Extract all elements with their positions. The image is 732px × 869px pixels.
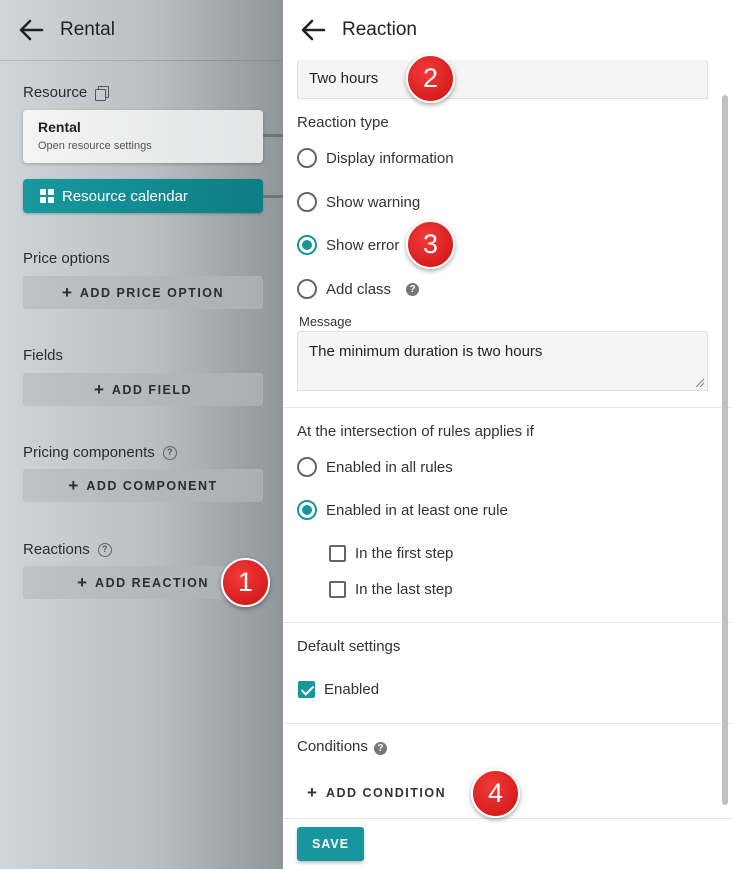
radio-label: Display information: [326, 149, 454, 167]
radio-enabled-one-rule[interactable]: Enabled in at least one rule: [297, 500, 508, 520]
add-component-label: ADD COMPONENT: [86, 478, 218, 493]
section-divider: [283, 407, 732, 408]
reaction-panel: Reaction Two hours Reaction type Display…: [283, 0, 732, 869]
radio-circle[interactable]: [297, 148, 317, 168]
left-header: Rental: [0, 0, 283, 60]
scrollbar[interactable]: [722, 95, 728, 805]
reaction-name-field[interactable]: Two hours: [297, 60, 708, 99]
radio-show-warning[interactable]: Show warning: [297, 192, 420, 212]
copy-icon[interactable]: [95, 85, 110, 101]
connector-line: [263, 195, 283, 198]
message-text: The minimum duration is two hours: [309, 343, 543, 360]
resource-card-subtitle: Open resource settings: [38, 140, 152, 152]
help-icon[interactable]: ?: [406, 282, 420, 296]
radio-circle[interactable]: [297, 192, 317, 212]
save-button[interactable]: SAVE: [297, 827, 364, 861]
connector-line: [263, 134, 283, 137]
step-marker-1: 1: [221, 558, 270, 607]
resource-label: Resource: [23, 84, 88, 101]
plus-icon: +: [77, 572, 88, 592]
checkbox-enabled[interactable]: Enabled: [298, 681, 379, 698]
help-icon[interactable]: ?: [162, 445, 177, 460]
plus-icon: +: [93, 379, 104, 399]
section-divider: [283, 723, 732, 724]
radio-enabled-all-rules[interactable]: Enabled in all rules: [297, 457, 453, 477]
add-reaction-label: ADD REACTION: [95, 575, 209, 590]
section-divider: [283, 818, 732, 819]
resource-card-title: Rental: [38, 119, 81, 135]
resource-calendar-label: Resource calendar: [62, 187, 188, 205]
add-price-option-label: ADD PRICE OPTION: [79, 285, 225, 300]
conditions-label: Conditions: [297, 738, 368, 755]
checkbox-label: Enabled: [324, 681, 380, 698]
checkbox-last-step[interactable]: In the last step: [329, 581, 453, 598]
radio-circle[interactable]: [297, 279, 317, 299]
plus-icon: +: [307, 783, 317, 802]
step-marker-4: 4: [471, 769, 520, 818]
help-icon[interactable]: ?: [97, 542, 112, 557]
checkbox[interactable]: [329, 581, 346, 598]
fields-label: Fields: [23, 347, 64, 364]
radio-circle-selected[interactable]: [297, 500, 317, 520]
reactions-label: Reactions: [23, 541, 90, 558]
intersection-label: At the intersection of rules applies if: [297, 423, 534, 440]
plus-icon: +: [61, 282, 72, 302]
resize-handle-icon[interactable]: [696, 379, 704, 387]
back-arrow-icon[interactable]: [300, 18, 326, 42]
default-settings-label: Default settings: [297, 638, 401, 655]
resource-section-label: Resource: [23, 84, 110, 101]
step-marker-2: 2: [406, 54, 455, 103]
radio-add-class[interactable]: Add class ?: [297, 279, 420, 299]
radio-label: Add class: [326, 280, 392, 298]
checkbox-checked[interactable]: [298, 681, 315, 698]
radio-show-error[interactable]: Show error: [297, 235, 399, 255]
left-panel-title: Rental: [60, 19, 115, 40]
radio-label: Show error: [326, 236, 400, 254]
checkbox-label: In the first step: [355, 545, 454, 562]
grid-icon: [40, 189, 54, 203]
add-field-label: ADD FIELD: [111, 382, 193, 397]
pricing-components-section-label: Pricing components ?: [23, 444, 177, 461]
add-condition-button[interactable]: + ADD CONDITION: [307, 783, 447, 802]
step-marker-3: 3: [406, 220, 455, 269]
resource-card[interactable]: Rental Open resource settings: [23, 110, 263, 163]
message-textarea[interactable]: The minimum duration is two hours: [297, 331, 708, 391]
radio-circle[interactable]: [297, 457, 317, 477]
reaction-type-label: Reaction type: [297, 114, 389, 131]
reaction-panel-title: Reaction: [342, 19, 417, 40]
right-header: Reaction: [283, 0, 732, 60]
pricing-components-label: Pricing components: [23, 444, 155, 461]
checkbox-first-step[interactable]: In the first step: [329, 545, 453, 562]
section-divider: [283, 622, 732, 623]
radio-circle-selected[interactable]: [297, 235, 317, 255]
add-condition-label: ADD CONDITION: [325, 786, 447, 800]
reactions-section-label: Reactions ?: [23, 541, 112, 558]
message-label: Message: [299, 314, 352, 329]
back-arrow-icon[interactable]: [18, 18, 44, 42]
radio-label: Enabled in at least one rule: [326, 501, 508, 519]
price-options-label: Price options: [23, 250, 110, 267]
radio-display-information[interactable]: Display information: [297, 148, 454, 168]
resource-calendar-button[interactable]: Resource calendar: [23, 179, 263, 213]
help-icon[interactable]: ?: [373, 742, 387, 755]
radio-label: Show warning: [326, 193, 421, 211]
conditions-section-label: Conditions?: [297, 738, 387, 755]
header-divider: [0, 60, 283, 61]
radio-label: Enabled in all rules: [326, 458, 453, 476]
add-field-button[interactable]: + ADD FIELD: [23, 373, 263, 406]
add-component-button[interactable]: + ADD COMPONENT: [23, 469, 263, 502]
left-panel: Rental Resource Rental Open resource set…: [0, 0, 283, 869]
plus-icon: +: [68, 475, 79, 495]
checkbox[interactable]: [329, 545, 346, 562]
add-price-option-button[interactable]: + ADD PRICE OPTION: [23, 276, 263, 309]
checkbox-label: In the last step: [355, 581, 453, 598]
